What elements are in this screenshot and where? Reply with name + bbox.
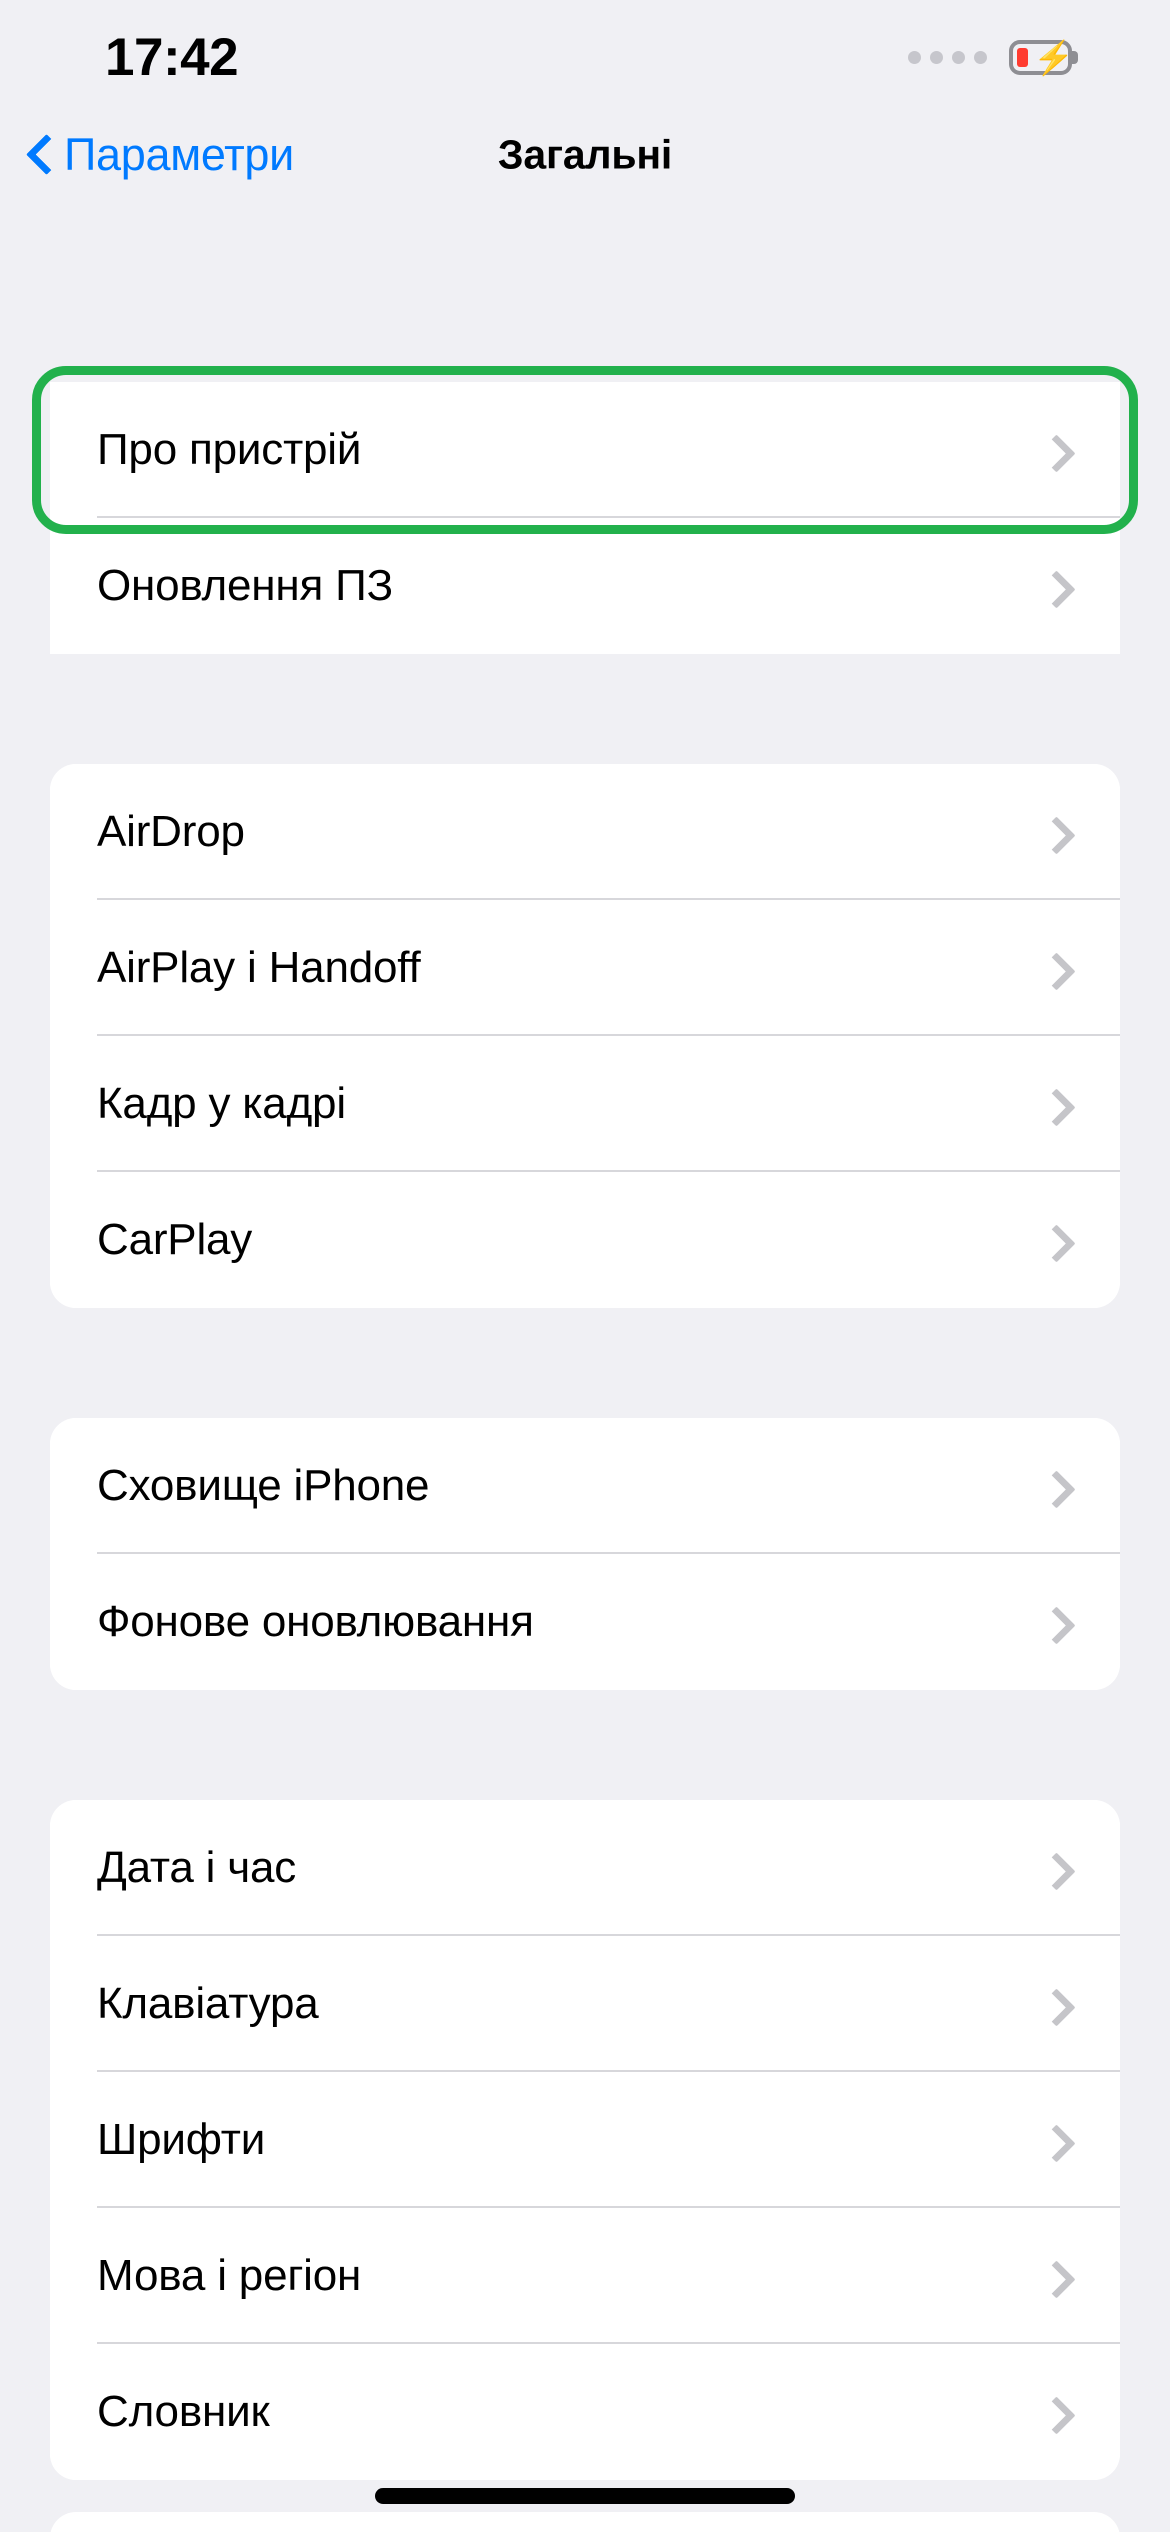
row-language-region[interactable]: Мова і регіон <box>50 2208 1120 2344</box>
row-label: Шрифти <box>97 2115 266 2164</box>
row-label: Сховище iPhone <box>97 1461 430 1510</box>
settings-list: Про пристрій Оновлення ПЗ AirDrop AirPlay і… <box>0 210 1170 2532</box>
chevron-right-icon <box>1042 819 1068 845</box>
chevron-right-icon <box>1042 1091 1068 1117</box>
row-label: AirPlay і Handoff <box>97 943 421 992</box>
group-device: Про пристрій Оновлення ПЗ <box>32 366 1138 654</box>
row-about[interactable]: Про пристрій <box>50 382 1120 518</box>
chevron-right-icon <box>1042 955 1068 981</box>
group-connectivity: AirDrop AirPlay і Handoff Кадр у кадрі CarP… <box>50 764 1120 1308</box>
row-carplay[interactable]: CarPlay <box>50 1172 1120 1308</box>
iphone-settings-general-screen: 17:42 ⚡ Параметри Загальні Про пристрій О… <box>0 0 1170 2532</box>
chevron-right-icon <box>1042 1609 1068 1635</box>
row-iphone-storage[interactable]: Сховище iPhone <box>50 1418 1120 1554</box>
signal-dots-icon <box>908 50 987 64</box>
row-label: Оновлення ПЗ <box>97 561 393 610</box>
row-background-app-refresh[interactable]: Фонове оновлювання <box>50 1554 1120 1690</box>
row-fonts[interactable]: Шрифти <box>50 2072 1120 2208</box>
chevron-right-icon <box>1042 2399 1068 2425</box>
row-picture-in-picture[interactable]: Кадр у кадрі <box>50 1036 1120 1172</box>
row-label: Про пристрій <box>97 425 362 474</box>
row-software-update[interactable]: Оновлення ПЗ <box>50 518 1120 654</box>
charging-bolt-icon: ⚡ <box>1033 38 1075 76</box>
navigation-bar: Параметри Загальні <box>0 100 1170 210</box>
group-locale: Дата і час Клавіатура Шрифти Мова і регіон С… <box>50 1800 1120 2480</box>
page-title: Загальні <box>497 131 673 178</box>
row-label: AirDrop <box>97 807 245 856</box>
row-label: CarPlay <box>97 1215 253 1264</box>
chevron-right-icon <box>1042 573 1068 599</box>
chevron-right-icon <box>1042 1855 1068 1881</box>
row-date-time[interactable]: Дата і час <box>50 1800 1120 1936</box>
chevron-right-icon <box>1042 2127 1068 2153</box>
row-label: Мова і регіон <box>97 2251 362 2300</box>
row-label: Клавіатура <box>97 1979 319 2028</box>
next-group-peek <box>50 2512 1120 2532</box>
battery-charging-icon: ⚡ <box>1009 38 1078 76</box>
status-bar-indicators: ⚡ <box>908 26 1078 75</box>
row-airdrop[interactable]: AirDrop <box>50 764 1120 900</box>
group-storage: Сховище iPhone Фонове оновлювання <box>50 1418 1120 1690</box>
row-dictionary[interactable]: Словник <box>50 2344 1120 2480</box>
status-bar-time: 17:42 <box>105 27 239 87</box>
home-indicator[interactable] <box>375 2488 795 2504</box>
row-label: Кадр у кадрі <box>97 1079 346 1128</box>
row-airplay-handoff[interactable]: AirPlay і Handoff <box>50 900 1120 1036</box>
chevron-right-icon <box>1042 1473 1068 1499</box>
row-keyboard[interactable]: Клавіатура <box>50 1936 1120 2072</box>
row-label: Фонове оновлювання <box>97 1597 534 1646</box>
status-bar: 17:42 ⚡ <box>0 0 1170 100</box>
row-label: Словник <box>97 2387 270 2436</box>
chevron-right-icon <box>1042 1991 1068 2017</box>
chevron-right-icon <box>1042 1227 1068 1253</box>
chevron-right-icon <box>1042 2263 1068 2289</box>
row-label: Дата і час <box>97 1843 297 1892</box>
chevron-right-icon <box>1042 437 1068 463</box>
